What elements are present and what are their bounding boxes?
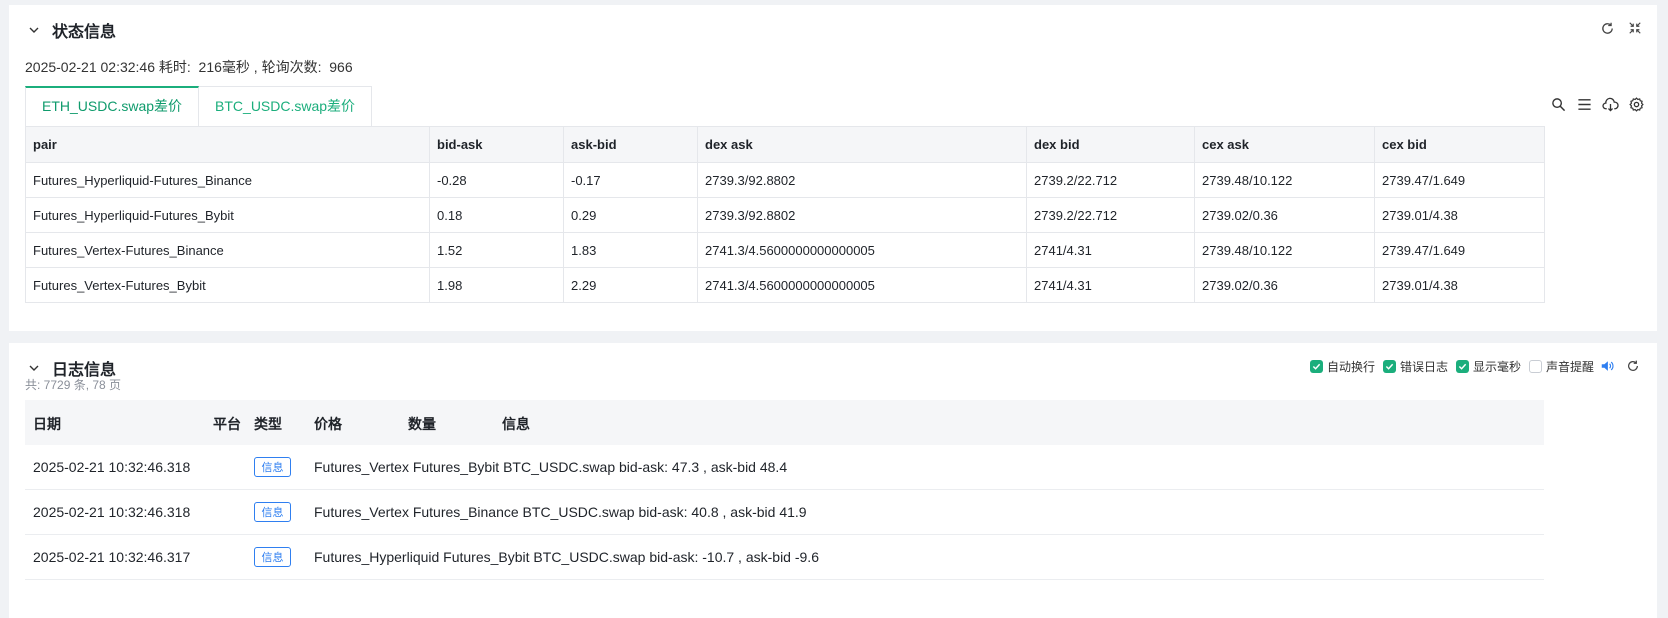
show-ms-label: 显示毫秒 xyxy=(1472,359,1521,374)
cell-ask-bid: 0.29 xyxy=(563,197,698,233)
column-header-dex-bid[interactable]: dex bid xyxy=(1026,126,1195,163)
fullscreen-icon[interactable] xyxy=(1626,19,1644,37)
unchecked-box[interactable] xyxy=(1528,359,1542,373)
check-icon[interactable] xyxy=(1382,359,1396,373)
log-header-amount: 数量 xyxy=(408,416,436,432)
cell-cex-ask: 2739.48/10.122 xyxy=(1194,162,1375,198)
cell-ask-bid: 2.29 xyxy=(563,267,698,303)
cell-bid-ask: 1.98 xyxy=(429,267,564,303)
error-log-label: 错误日志 xyxy=(1399,359,1448,374)
cell-pair: Futures_Hyperliquid-Futures_Binance xyxy=(25,162,430,198)
status-line: 2025-02-21 02:32:46 耗时: 216毫秒 , 轮询次数: 96… xyxy=(25,59,353,75)
column-header-pair[interactable]: pair xyxy=(25,126,430,163)
cell-pair: Futures_Vertex-Futures_Binance xyxy=(25,232,430,268)
table-row: Futures_Vertex-Futures_Binance 1.52 1.83… xyxy=(25,232,1545,268)
cell-cex-bid: 2739.01/4.38 xyxy=(1374,197,1545,233)
log-date: 2025-02-21 10:32:46.317 xyxy=(33,549,191,565)
column-header-bid-ask[interactable]: bid-ask xyxy=(429,126,564,163)
column-header-cex-bid[interactable]: cex bid xyxy=(1374,126,1545,163)
log-type-badge: 信息 xyxy=(254,547,291,567)
log-header-platform: 平台 xyxy=(213,416,241,432)
table-header-row: pair bid-ask ask-bid dex ask dex bid cex… xyxy=(25,126,1545,163)
log-header-type: 类型 xyxy=(254,416,282,432)
error-log-checkbox[interactable]: 错误日志 xyxy=(1382,358,1448,375)
status-panel: 状态信息 2025-02-21 02:32:46 耗时: 216毫秒 , 轮询次… xyxy=(9,5,1657,331)
table-row: Futures_Vertex-Futures_Bybit 1.98 2.29 2… xyxy=(25,267,1545,303)
status-panel-tools xyxy=(1598,19,1644,37)
log-row: 2025-02-21 10:32:46.318 信息 Futures_Verte… xyxy=(25,490,1544,535)
tab-btc-usdc-spread[interactable]: BTC_USDC.swap差价 xyxy=(199,86,373,126)
spread-table: pair bid-ask ask-bid dex ask dex bid cex… xyxy=(25,126,1545,303)
status-panel-header: 状态信息 xyxy=(24,17,116,43)
log-type-badge: 信息 xyxy=(254,457,291,477)
cell-cex-bid: 2739.47/1.649 xyxy=(1374,162,1545,198)
log-header-price: 价格 xyxy=(314,416,342,432)
cell-cex-ask: 2739.02/0.36 xyxy=(1194,267,1375,303)
settings-icon[interactable] xyxy=(1627,95,1645,113)
auto-wrap-label: 自动换行 xyxy=(1326,359,1375,374)
log-controls: 自动换行 错误日志 显示毫秒 声音提醒 xyxy=(1309,353,1642,379)
cell-bid-ask: 0.18 xyxy=(429,197,564,233)
log-date: 2025-02-21 10:32:46.318 xyxy=(33,504,191,520)
cell-dex-bid: 2741/4.31 xyxy=(1026,232,1195,268)
cell-dex-bid: 2739.2/22.712 xyxy=(1026,197,1195,233)
chevron-down-icon[interactable] xyxy=(24,20,44,40)
show-ms-checkbox[interactable]: 显示毫秒 xyxy=(1455,358,1521,375)
cell-cex-bid: 2739.01/4.38 xyxy=(1374,267,1545,303)
cell-pair: Futures_Vertex-Futures_Bybit xyxy=(25,267,430,303)
log-date: 2025-02-21 10:32:46.318 xyxy=(33,459,191,475)
cell-dex-ask: 2739.3/92.8802 xyxy=(697,197,1027,233)
cell-cex-ask: 2739.02/0.36 xyxy=(1194,197,1375,233)
log-header-info: 信息 xyxy=(502,416,530,432)
columns-icon[interactable] xyxy=(1575,95,1593,113)
cell-dex-ask: 2741.3/4.5600000000000005 xyxy=(697,267,1027,303)
cell-cex-ask: 2739.48/10.122 xyxy=(1194,232,1375,268)
log-header-row: 日期 平台 类型 价格 数量 信息 xyxy=(25,400,1544,445)
tab-eth-usdc-spread[interactable]: ETH_USDC.swap差价 xyxy=(25,86,200,126)
table-tools xyxy=(1549,95,1645,113)
log-count: 共: 7729 条, 78 页 xyxy=(25,378,122,392)
cell-dex-bid: 2739.2/22.712 xyxy=(1026,162,1195,198)
cell-bid-ask: -0.28 xyxy=(429,162,564,198)
refresh-icon[interactable] xyxy=(1598,19,1616,37)
cell-cex-bid: 2739.47/1.649 xyxy=(1374,232,1545,268)
sound-alert-label: 声音提醒 xyxy=(1545,359,1594,374)
table-row: Futures_Hyperliquid-Futures_Binance -0.2… xyxy=(25,162,1545,198)
column-header-dex-ask[interactable]: dex ask xyxy=(697,126,1027,163)
cloud-download-icon[interactable] xyxy=(1601,95,1619,113)
cell-bid-ask: 1.52 xyxy=(429,232,564,268)
column-header-ask-bid[interactable]: ask-bid xyxy=(563,126,698,163)
log-message: Futures_Vertex Futures_Binance BTC_USDC.… xyxy=(314,504,807,520)
search-icon[interactable] xyxy=(1549,95,1567,113)
auto-wrap-checkbox[interactable]: 自动换行 xyxy=(1309,358,1375,375)
cell-dex-bid: 2741/4.31 xyxy=(1026,267,1195,303)
log-message: Futures_Vertex Futures_Bybit BTC_USDC.sw… xyxy=(314,459,788,475)
cell-dex-ask: 2741.3/4.5600000000000005 xyxy=(697,232,1027,268)
status-tabs: ETH_USDC.swap差价 BTC_USDC.swap差价 xyxy=(25,86,373,126)
log-row: 2025-02-21 10:32:46.317 信息 Futures_Hyper… xyxy=(25,535,1544,580)
log-row: 2025-02-21 10:32:46.318 信息 Futures_Verte… xyxy=(25,445,1544,490)
sound-alert-checkbox[interactable]: 声音提醒 xyxy=(1528,358,1594,375)
log-message: Futures_Hyperliquid Futures_Bybit BTC_US… xyxy=(314,549,819,565)
refresh-icon[interactable] xyxy=(1624,357,1642,375)
log-header-date: 日期 xyxy=(33,416,61,432)
log-type-badge: 信息 xyxy=(254,502,291,522)
log-panel: 日志信息 自动换行 错误日志 显示毫秒 声音提醒 共: 7729 条, 78 页… xyxy=(9,343,1657,618)
cell-pair: Futures_Hyperliquid-Futures_Bybit xyxy=(25,197,430,233)
cell-ask-bid: -0.17 xyxy=(563,162,698,198)
chevron-down-icon[interactable] xyxy=(24,358,44,378)
check-icon[interactable] xyxy=(1309,359,1323,373)
column-header-cex-ask[interactable]: cex ask xyxy=(1194,126,1375,163)
cell-dex-ask: 2739.3/92.8802 xyxy=(697,162,1027,198)
check-icon[interactable] xyxy=(1455,359,1469,373)
speaker-icon[interactable] xyxy=(1598,357,1616,375)
cell-ask-bid: 1.83 xyxy=(563,232,698,268)
status-panel-title: 状态信息 xyxy=(52,24,117,41)
log-table: 日期 平台 类型 价格 数量 信息 2025-02-21 10:32:46.31… xyxy=(25,400,1544,580)
table-row: Futures_Hyperliquid-Futures_Bybit 0.18 0… xyxy=(25,197,1545,233)
